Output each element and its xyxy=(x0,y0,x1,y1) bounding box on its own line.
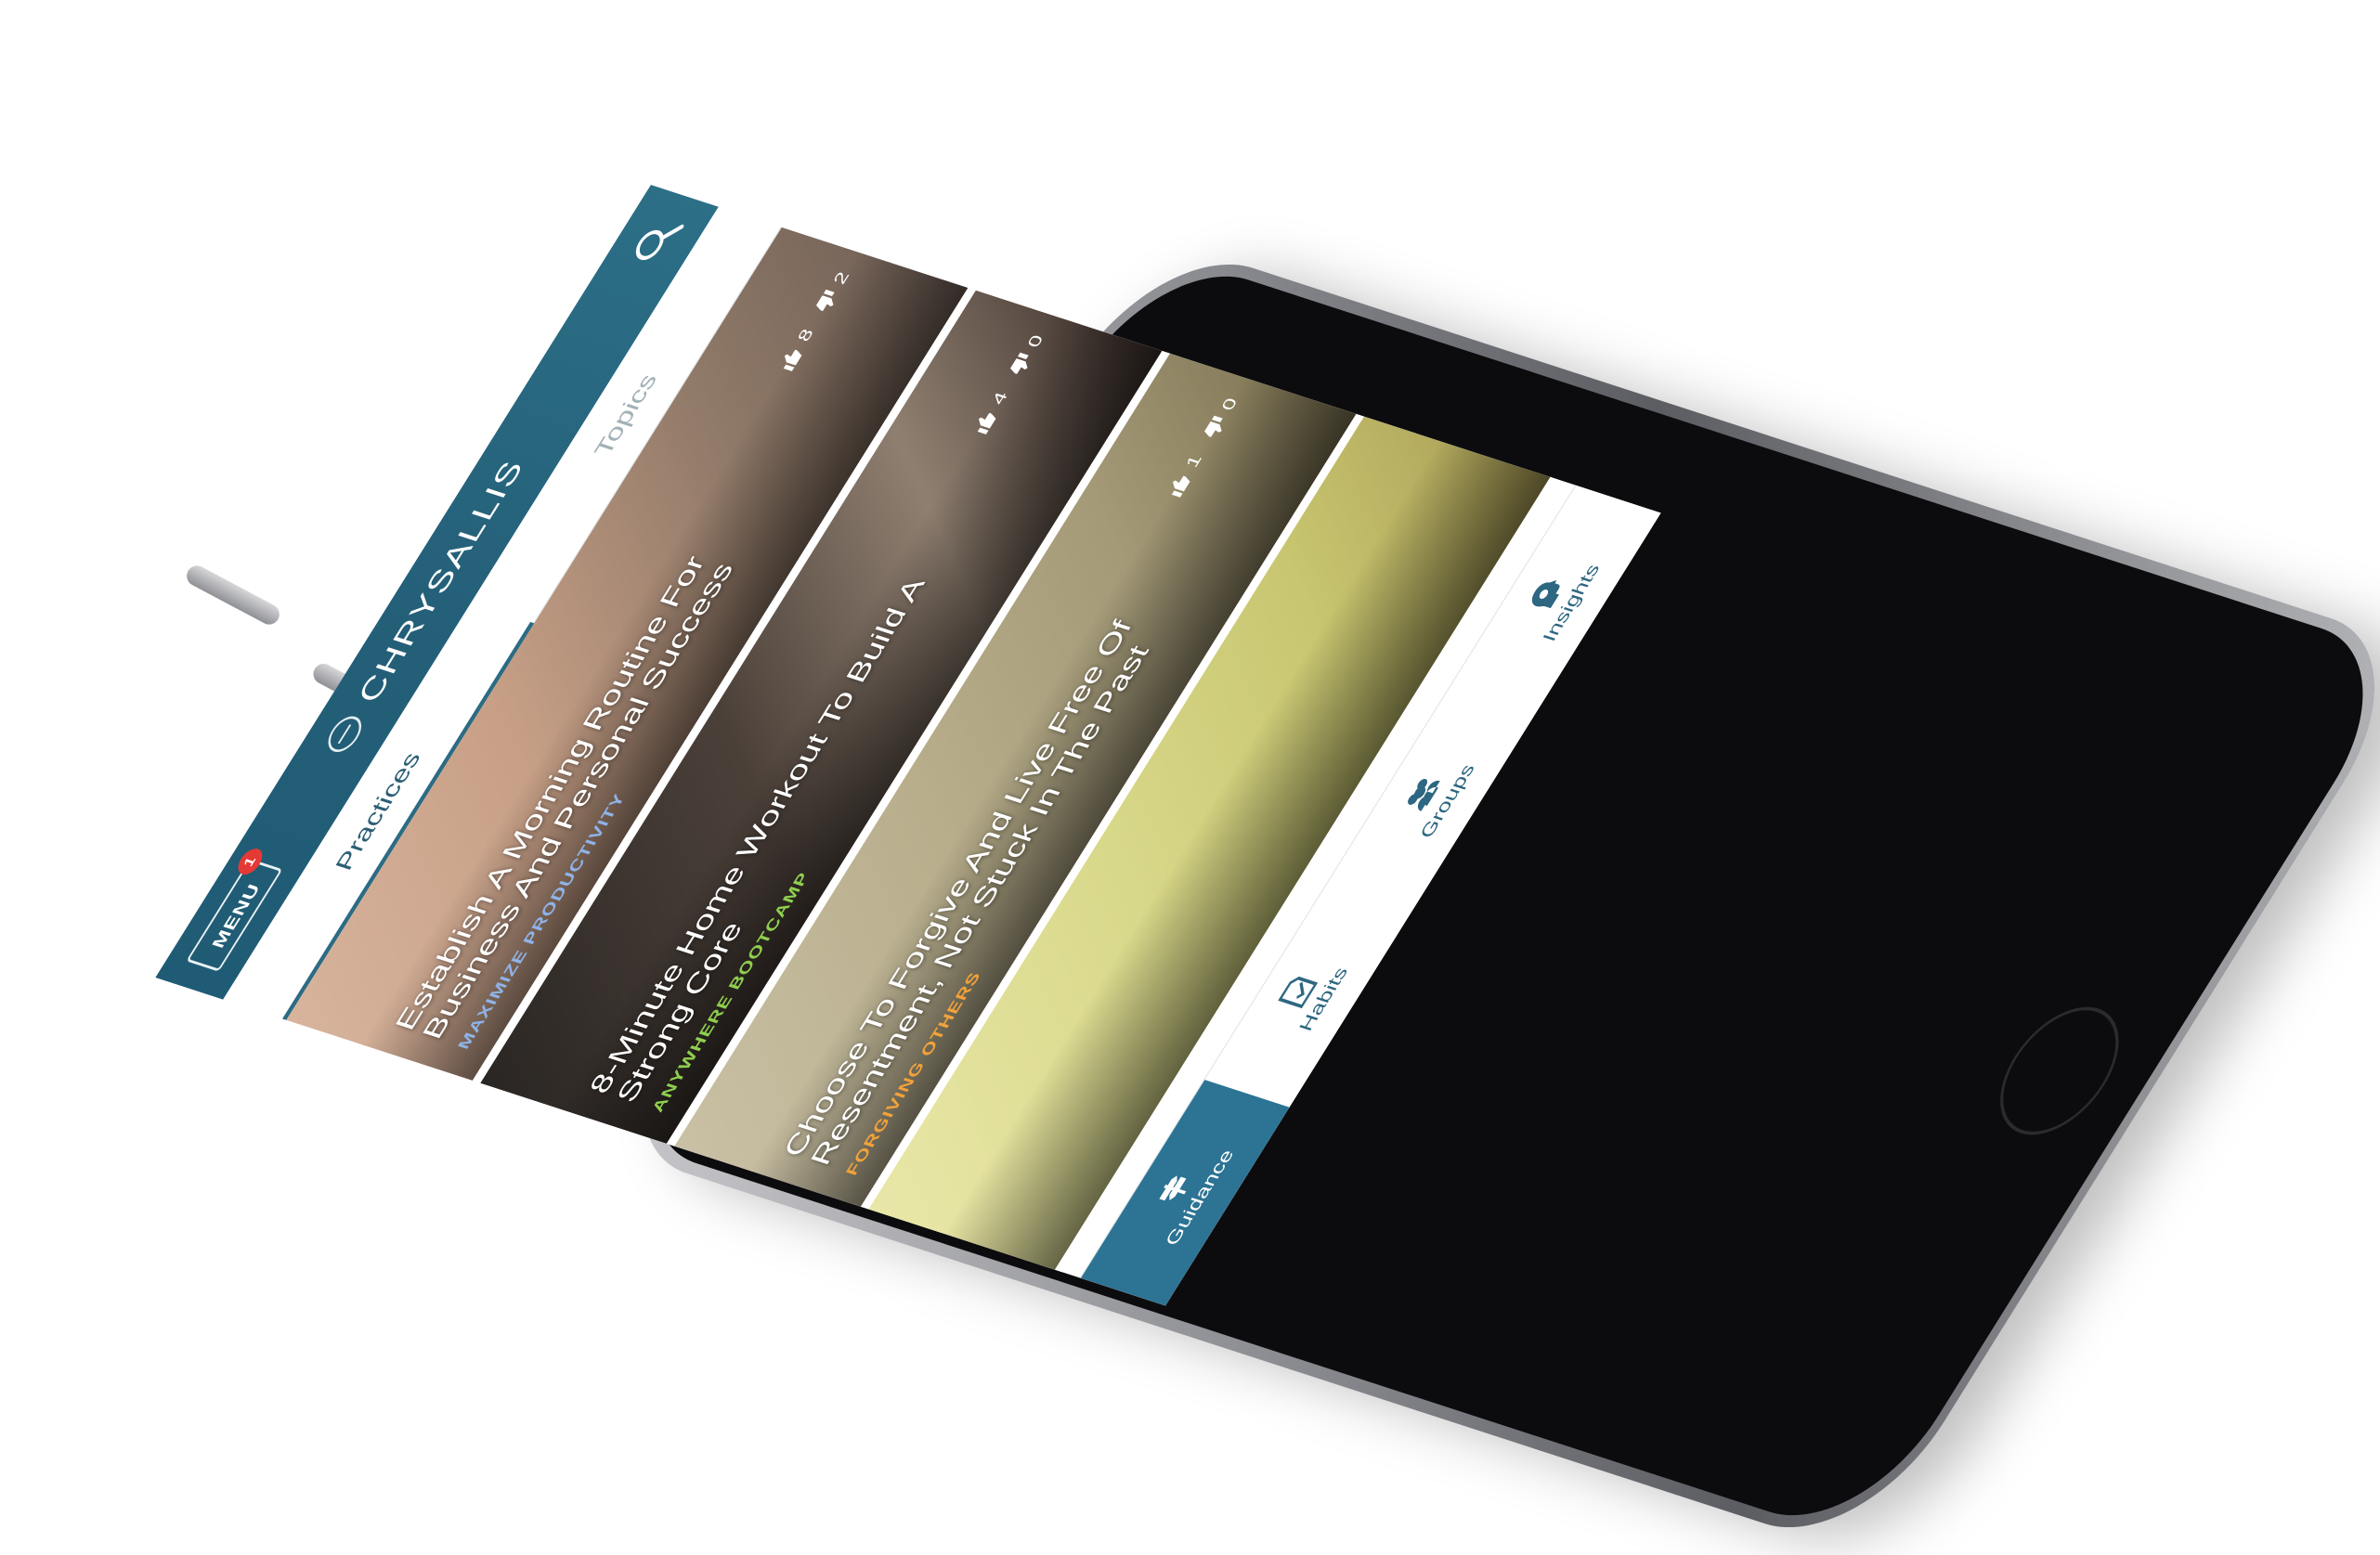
menu-notification-badge: 1 xyxy=(233,846,267,877)
phone-scene: MENU 1 CHRYSALLIS Practices Topics 8 2 E… xyxy=(0,0,2380,1555)
search-button[interactable] xyxy=(622,211,690,273)
search-icon xyxy=(635,224,684,261)
chrysallis-logo-icon xyxy=(321,712,369,756)
volume-up-button[interactable] xyxy=(183,562,283,628)
home-button[interactable] xyxy=(1975,993,2143,1148)
menu-label: MENU xyxy=(207,881,265,951)
